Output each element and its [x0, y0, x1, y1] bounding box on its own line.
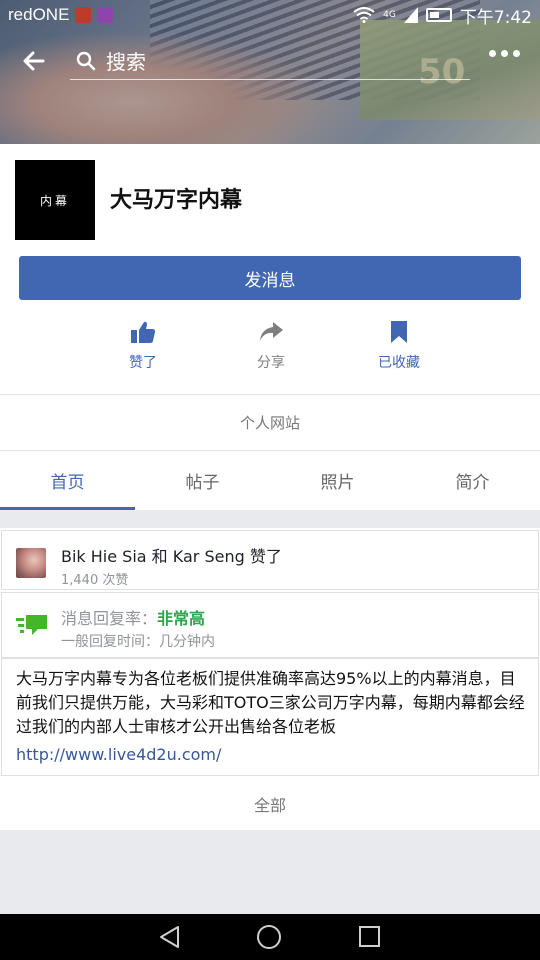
like-count: 1,440 次赞 [61, 573, 129, 588]
about-box: 大马万字内幕专为各位老板们提供准确率高达95%以上的内幕消息，目前我们只提供万能… [1, 658, 539, 776]
page-description: 大马万字内幕专为各位老板们提供准确率高达95%以上的内幕消息，目前我们只提供万能… [16, 669, 525, 736]
page-info-card: 内幕 大马万字内幕 发消息 赞了 分享 已收藏 个人网站 首页 帖子 照片 简介 [0, 144, 540, 510]
website-url[interactable]: http://www.live4d2u.com/ [16, 745, 221, 764]
response-rate-value: 非常高 [157, 609, 206, 628]
share-button[interactable]: 分享 [207, 320, 335, 390]
page-tabs: 首页 帖子 照片 简介 [0, 451, 540, 510]
nav-home-icon[interactable] [257, 925, 281, 949]
save-label: 已收藏 [378, 355, 420, 371]
website-link[interactable]: 个人网站 [0, 394, 540, 450]
more-dots-icon[interactable] [489, 50, 520, 57]
search-header: 搜索 [0, 38, 540, 84]
likes-row[interactable]: Bik Hie Sia 和 Kar Seng 赞了 1,440 次赞 [1, 530, 539, 590]
like-button[interactable]: 赞了 [79, 320, 207, 390]
status-bar: redONE 4G 下午7:42 [0, 0, 540, 30]
tab-home[interactable]: 首页 [0, 451, 135, 510]
network-type: 4G [383, 10, 396, 20]
search-icon [76, 51, 96, 70]
tab-about[interactable]: 简介 [405, 451, 540, 510]
notification-icon [97, 7, 114, 23]
search-placeholder: 搜索 [106, 50, 146, 74]
share-label: 分享 [257, 355, 285, 371]
like-label: 赞了 [129, 355, 157, 371]
carrier-name: redONE [8, 5, 70, 24]
page-actions: 赞了 分享 已收藏 [0, 320, 540, 390]
back-arrow-icon[interactable] [22, 49, 46, 73]
nav-recent-apps-icon[interactable] [359, 926, 380, 947]
share-icon [260, 322, 283, 341]
clock: 下午7:42 [459, 7, 532, 28]
wifi-icon [353, 7, 375, 23]
thumbs-up-icon [131, 321, 156, 343]
tab-posts[interactable]: 帖子 [135, 451, 270, 510]
chat-bubble-icon [16, 615, 47, 635]
system-nav-bar [0, 914, 540, 960]
home-content: Bik Hie Sia 和 Kar Seng 赞了 1,440 次赞 消息回复率… [0, 528, 540, 830]
response-rate-row: 消息回复率：非常高 一般回复时间：几分钟内 [1, 592, 539, 658]
save-button[interactable]: 已收藏 [335, 320, 463, 390]
see-all-link[interactable]: 全部 [0, 778, 540, 830]
response-rate-label: 消息回复率： [61, 609, 158, 628]
send-message-button[interactable]: 发消息 [19, 256, 521, 300]
bookmark-icon [391, 321, 407, 343]
response-time: 一般回复时间：几分钟内 [61, 634, 215, 650]
search-input[interactable]: 搜索 [70, 42, 470, 80]
tab-photos[interactable]: 照片 [270, 451, 405, 510]
battery-icon [425, 8, 452, 22]
page-avatar[interactable]: 内幕 [15, 160, 95, 240]
page-title: 大马万字内幕 [110, 188, 243, 213]
friend-avatar [16, 548, 46, 578]
signal-icon [403, 7, 418, 23]
notification-icon [75, 7, 92, 23]
nav-back-icon[interactable] [158, 925, 182, 949]
friends-liked-text: Bik Hie Sia 和 Kar Seng 赞了 [61, 547, 282, 566]
response-rate: 消息回复率：非常高 [61, 605, 205, 629]
